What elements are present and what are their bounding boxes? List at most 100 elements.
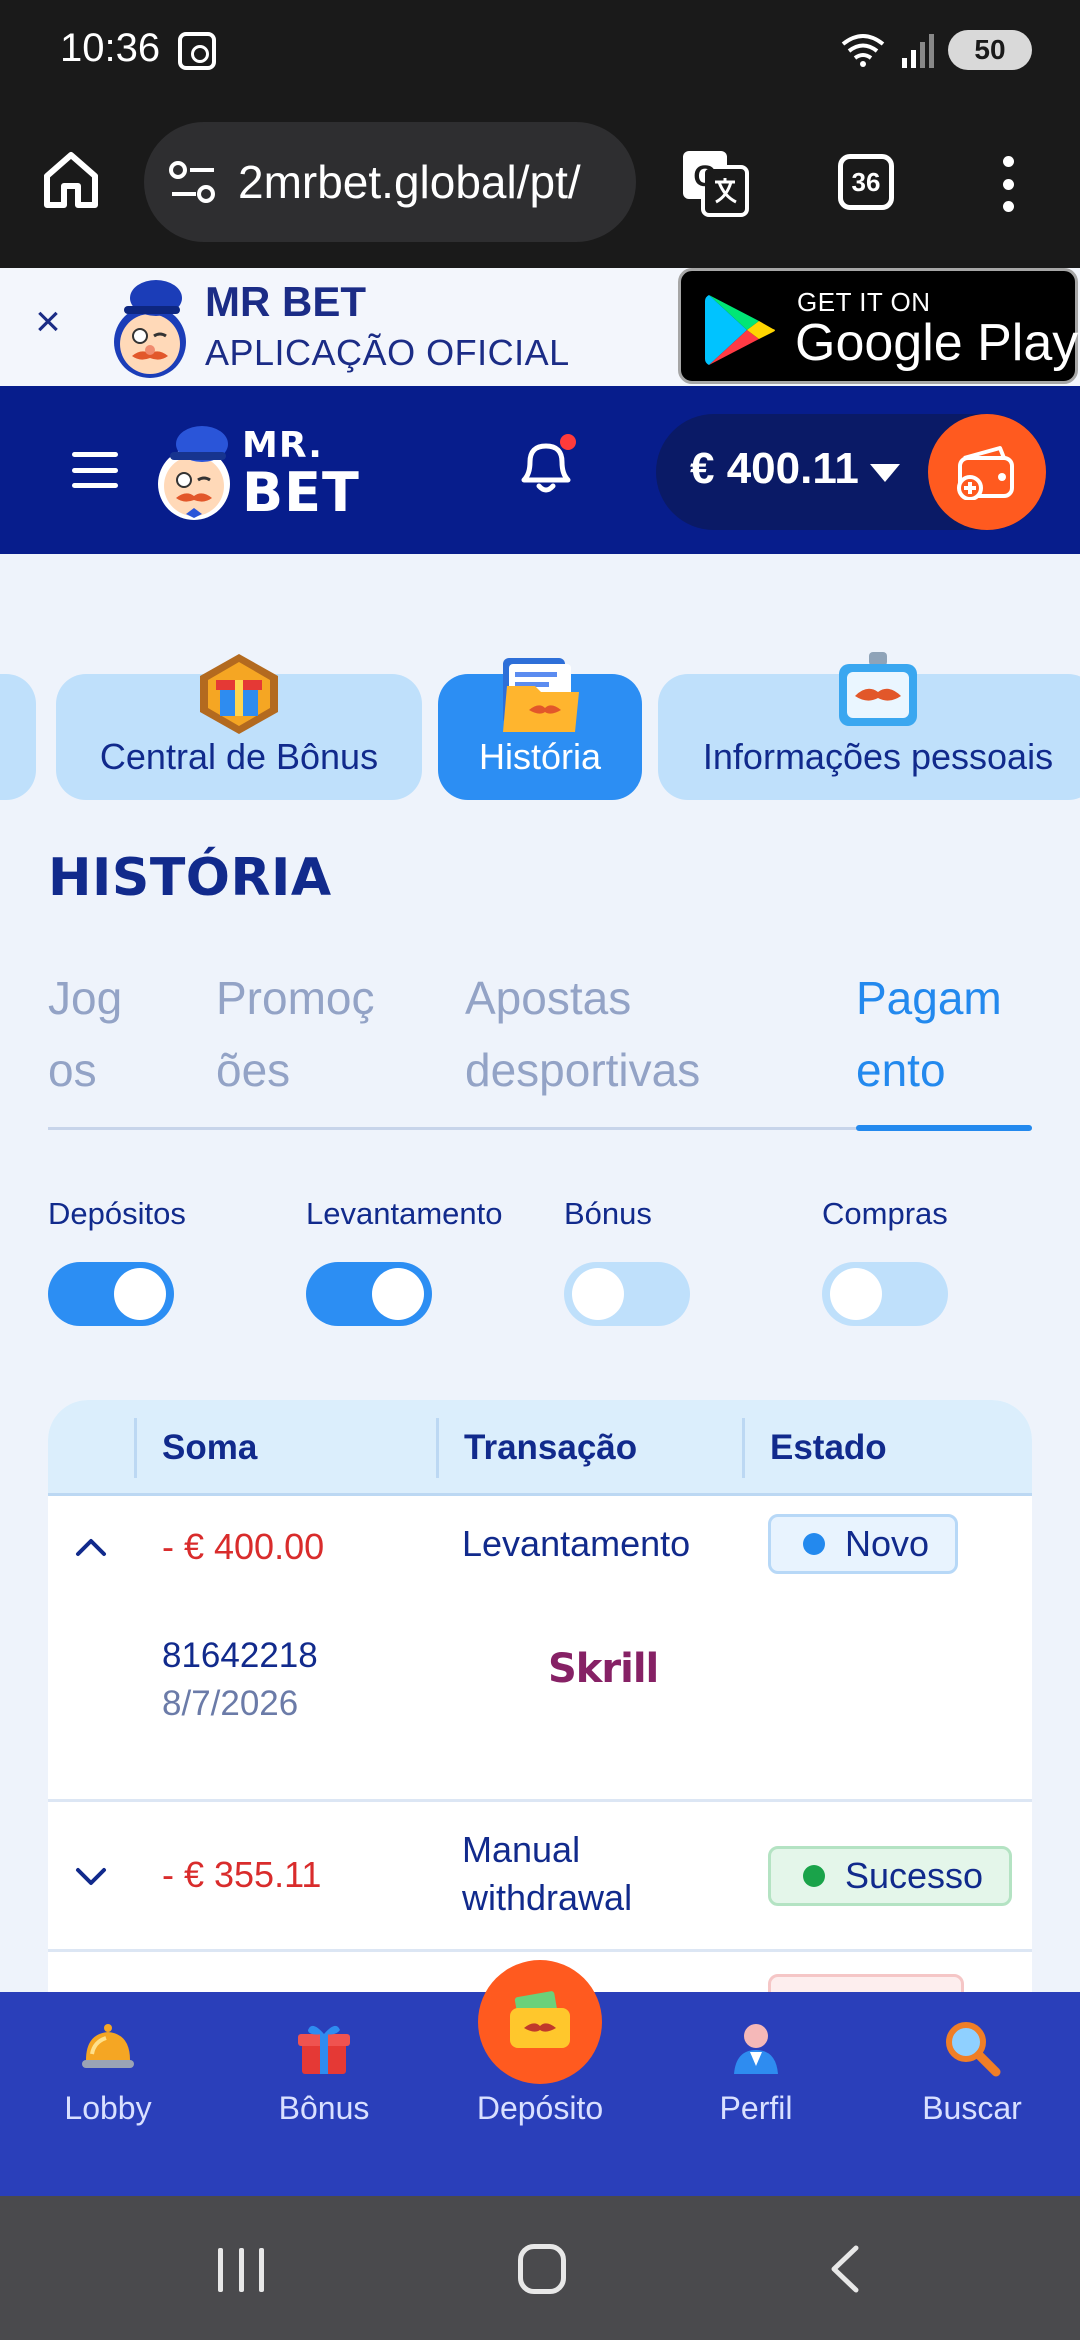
nav-label: Buscar — [922, 2090, 1022, 2126]
transaction-id: 81642218 — [162, 1636, 318, 1675]
hamburger-menu-icon[interactable] — [72, 452, 118, 488]
tab-sports-bets[interactable]: Apostas desportivas — [465, 962, 700, 1106]
filter-deposits: Depósitos — [48, 1196, 186, 1326]
status-badge: Novo — [768, 1514, 959, 1574]
account-category-tabs: Central de Bônus História Informações pe… — [0, 620, 1080, 820]
status-label: Sucesso — [845, 1855, 984, 1896]
nav-label: Depósito — [476, 2090, 604, 2126]
svg-text:G: G — [693, 160, 716, 193]
purchases-toggle[interactable] — [822, 1262, 948, 1326]
tab-label-line: Pagam — [856, 972, 1002, 1024]
transaction-line: withdrawal — [462, 1877, 633, 1918]
row-transaction: Manual withdrawal — [462, 1826, 632, 1922]
tab-label-line: desportivas — [465, 1044, 701, 1096]
bonus-toggle[interactable] — [564, 1262, 690, 1326]
signal-icon — [902, 34, 934, 68]
home-icon[interactable] — [42, 150, 100, 210]
chevron-down-icon[interactable] — [74, 1866, 108, 1888]
battery-indicator: 50 — [948, 30, 1032, 70]
status-indicators: 50 — [840, 30, 1032, 70]
tab-personal-info[interactable]: Informações pessoais — [658, 652, 1080, 800]
screenshot-icon — [178, 32, 216, 70]
tab-label-line: Apostas — [465, 972, 632, 1024]
caret-down-icon — [870, 464, 900, 482]
payment-filters: Depósitos Levantamento Bónus Compras — [48, 1196, 1032, 1336]
tab-switcher-button[interactable]: 36 — [838, 154, 894, 210]
table-row[interactable]: - € 355.11 Manual withdrawal Sucesso — [48, 1802, 1032, 1952]
tab-label-line: Promoç — [216, 972, 375, 1024]
bottom-navigation: Lobby Bônus Depósito Perfil Buscar — [0, 1960, 1080, 2196]
row-amount: - € 400.00 — [162, 1526, 325, 1567]
id-badge-icon — [839, 652, 917, 726]
deposits-toggle[interactable] — [48, 1262, 174, 1326]
nav-label: Lobby — [64, 2090, 152, 2126]
banner-subtitle: APLICAÇÃO OFICIAL — [205, 332, 570, 373]
notification-bell-icon[interactable] — [516, 434, 576, 500]
nav-search[interactable]: Buscar — [864, 1992, 1080, 2196]
tab-history[interactable]: História — [438, 658, 642, 800]
filter-withdrawals: Levantamento — [306, 1196, 502, 1326]
tab-label-line: Jog — [48, 972, 123, 1024]
status-bar: 10:36 50 — [0, 0, 1080, 100]
tab-bonus-center[interactable]: Central de Bônus — [56, 654, 422, 800]
address-bar[interactable]: 2mrbet.global/pt/ — [144, 122, 636, 242]
recents-button[interactable] — [218, 2248, 264, 2292]
filter-purchases: Compras — [822, 1196, 948, 1326]
translate-icon[interactable]: G — [680, 148, 750, 218]
deposit-button[interactable] — [478, 1960, 602, 2084]
google-play-button[interactable]: GET IT ON Google Play — [678, 268, 1078, 384]
nav-label: Perfil — [719, 2090, 793, 2126]
category-tab-partial[interactable] — [0, 674, 36, 800]
filter-label: Bónus — [564, 1196, 652, 1231]
back-icon[interactable] — [826, 2244, 866, 2294]
table-header: Soma Transação Estado — [48, 1400, 1032, 1496]
column-transaction: Transação — [464, 1428, 638, 1467]
status-label: Novo — [845, 1523, 930, 1564]
row-transaction: Levantamento — [462, 1523, 691, 1564]
tab-label: Informações pessoais — [702, 736, 1054, 777]
nav-profile[interactable]: Perfil — [648, 1992, 864, 2196]
banner-title: MR BET — [205, 278, 366, 325]
site-settings-icon[interactable] — [168, 160, 218, 204]
bell-service-icon — [82, 2024, 134, 2068]
active-tab-indicator — [856, 1125, 1032, 1131]
balance-amount: € 400.11 — [690, 444, 859, 493]
wallet-plus-icon — [957, 446, 1014, 500]
home-button[interactable] — [518, 2244, 566, 2294]
tab-promotions[interactable]: Promoç ões — [216, 962, 374, 1106]
row-amount: - € 355.11 — [162, 1854, 322, 1895]
deposit-wallet-button[interactable] — [928, 414, 1046, 530]
tab-label-line: os — [48, 1044, 97, 1096]
payment-history-table: Soma Transação Estado - € 400.00 Levanta… — [48, 1400, 1032, 1992]
filter-bonus: Bónus — [564, 1196, 690, 1326]
skrill-logo: Skrill — [548, 1646, 659, 1692]
nav-lobby[interactable]: Lobby — [0, 1992, 216, 2196]
google-play-name: Google Play — [795, 314, 1079, 372]
table-row[interactable]: - € 400.00 Levantamento Novo 81642218 8/… — [48, 1496, 1032, 1802]
withdrawals-toggle[interactable] — [306, 1262, 432, 1326]
url-text: 2mrbet.global/pt/ — [238, 156, 581, 208]
mrbet-mascot-logo — [114, 280, 186, 378]
column-amount: Soma — [162, 1428, 258, 1467]
history-folder-icon — [503, 658, 579, 732]
browser-menu-icon[interactable] — [1000, 156, 1016, 212]
balance-selector[interactable]: € 400.11 — [656, 414, 1046, 530]
gift-box-icon — [200, 654, 278, 734]
transaction-date: 8/7/2026 — [162, 1684, 299, 1723]
mascot-icon — [158, 426, 230, 520]
close-banner-button[interactable]: × — [28, 300, 68, 344]
wifi-icon — [841, 34, 885, 67]
chevron-up-icon[interactable] — [74, 1536, 108, 1558]
nav-bonus[interactable]: Bônus — [216, 1992, 432, 2196]
tab-payment[interactable]: Pagam ento — [856, 962, 1002, 1106]
logo-line-2: BET — [242, 461, 360, 524]
tab-games[interactable]: Jog os — [48, 962, 122, 1106]
app-install-banner: × MR BET APLICAÇÃO OFICIAL GET IT ON Goo… — [0, 268, 1080, 386]
tab-label-line: ões — [216, 1044, 291, 1096]
site-header: MR. BET € 400.11 — [0, 386, 1080, 554]
tab-label-line: ento — [856, 1044, 946, 1096]
filter-label: Compras — [822, 1196, 948, 1231]
site-logo[interactable]: MR. BET — [154, 416, 359, 526]
page-title: HISTÓRIA — [48, 848, 332, 908]
browser-toolbar: 2mrbet.global/pt/ G 36 — [0, 100, 1080, 268]
